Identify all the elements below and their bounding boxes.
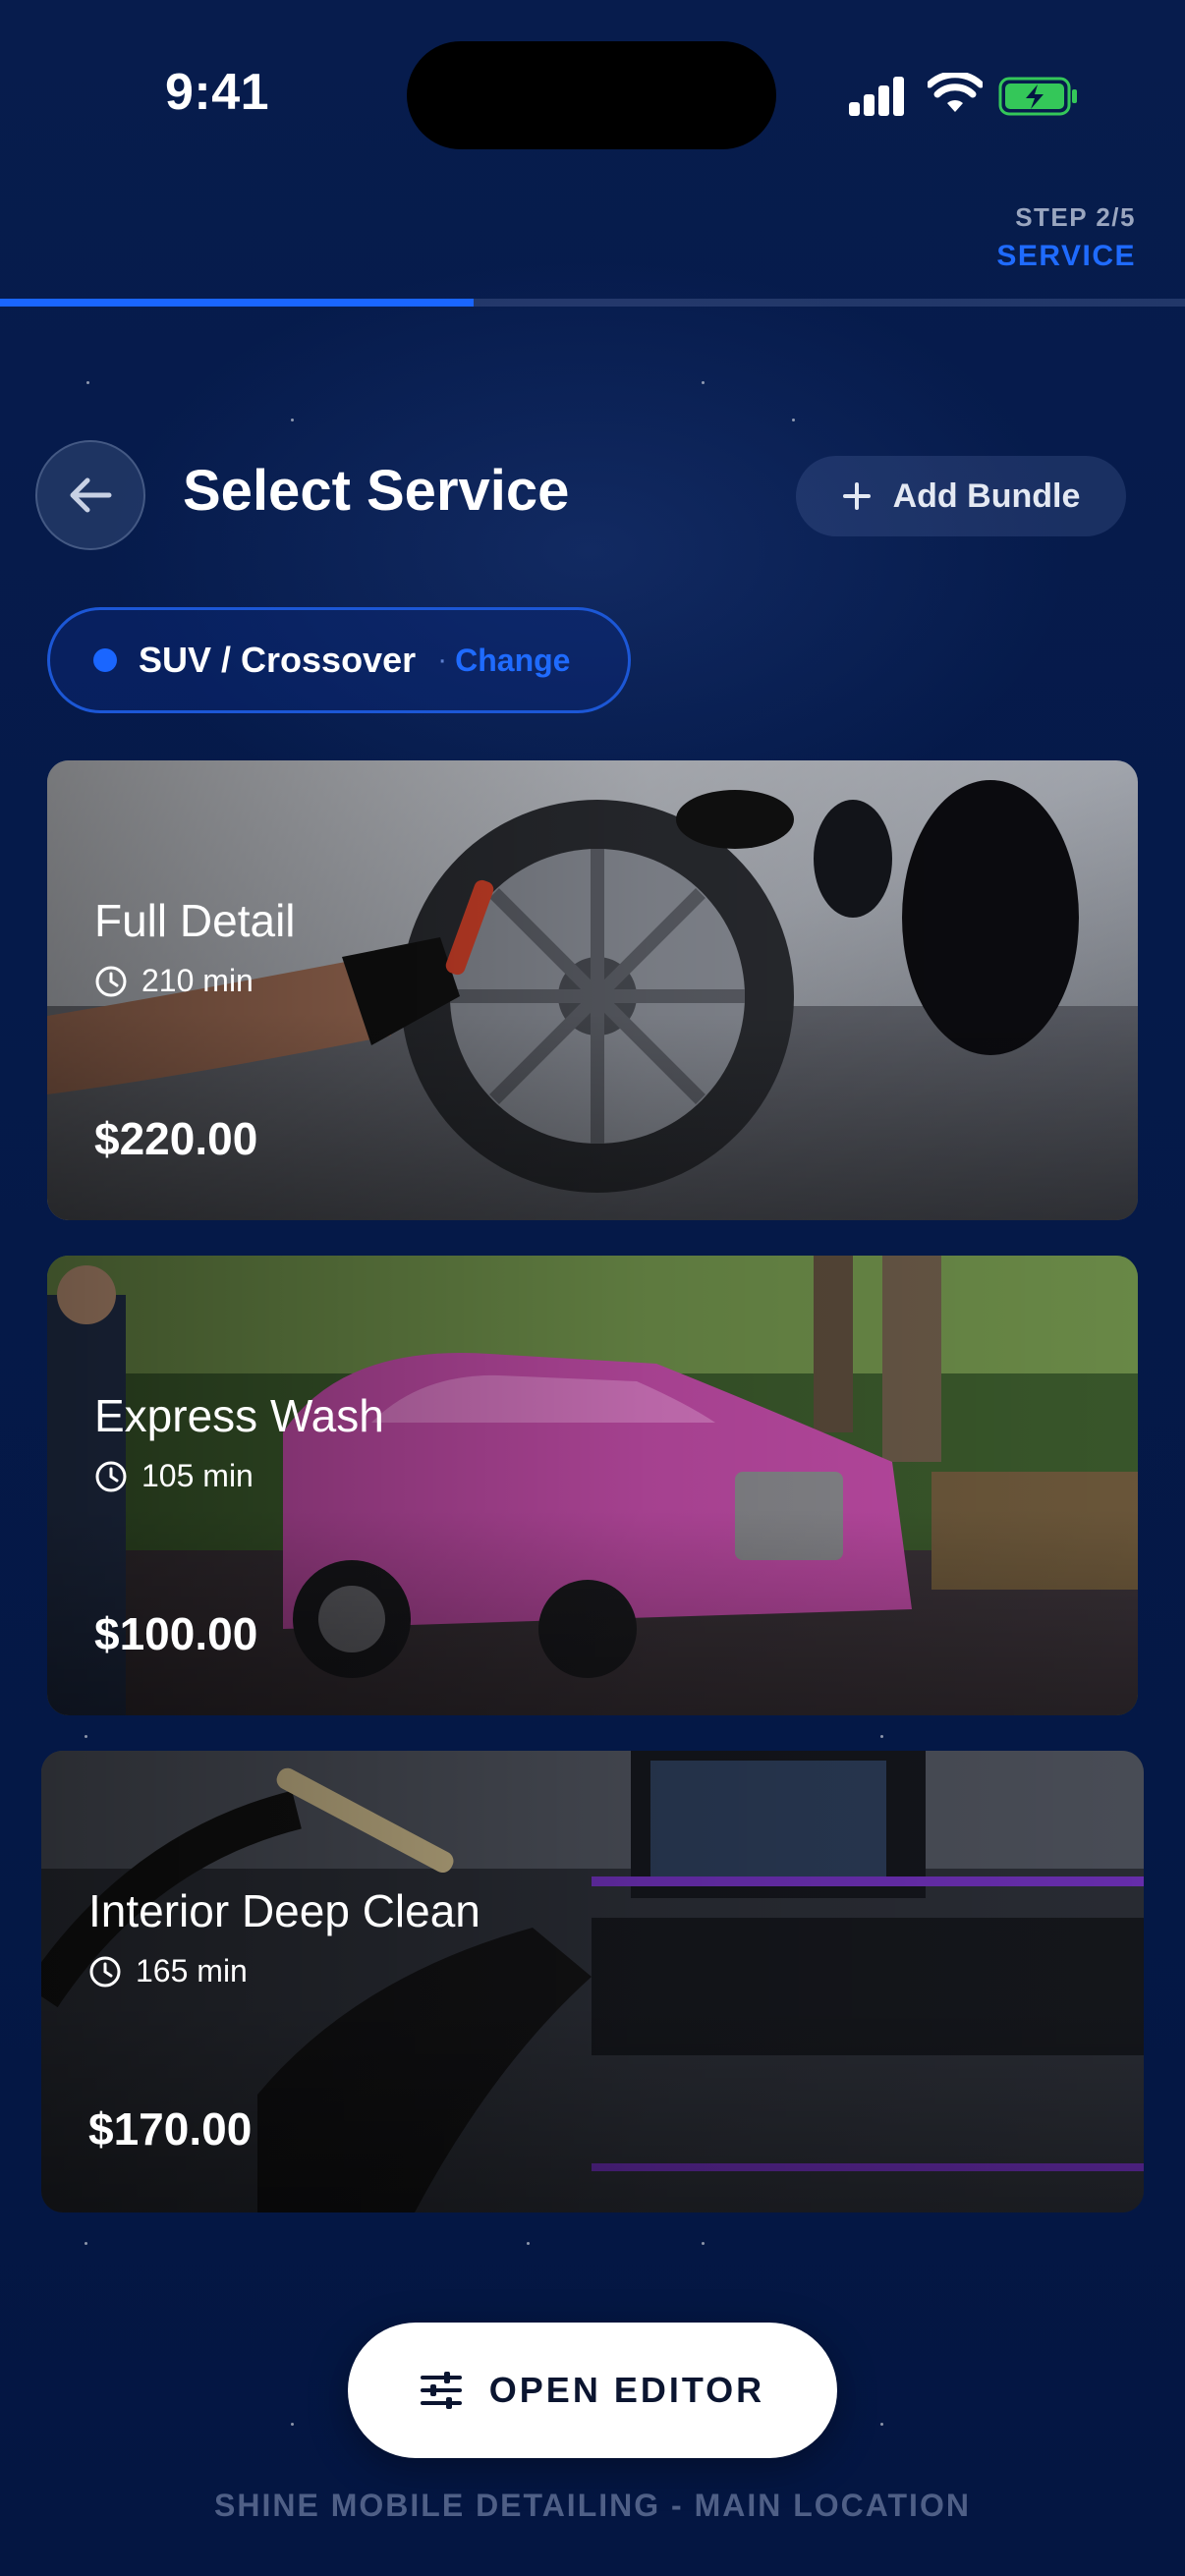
vehicle-type-label: SUV / Crossover [139,640,417,680]
service-name: Express Wash [94,1390,384,1441]
service-duration: 210 min [94,963,254,999]
battery-icon [998,77,1077,116]
star-dot [85,2242,87,2245]
add-bundle-button[interactable]: Add Bundle [796,456,1126,536]
service-name: Interior Deep Clean [88,1885,480,1936]
service-price: $100.00 [94,1608,258,1659]
location-footer: SHINE MOBILE DETAILING - MAIN LOCATION [214,2488,971,2523]
star-dot [702,381,705,384]
step-progress-bar [0,299,1185,307]
back-button[interactable] [35,440,145,550]
service-card-interior-deep-clean[interactable]: Interior Deep Clean 165 min $170.00 [41,1751,1144,2212]
step-name: SERVICE [996,240,1136,272]
star-dot [702,2242,705,2245]
clock-icon [89,1956,121,1987]
service-duration-text: 165 min [136,1953,248,1988]
clock-icon [95,1461,127,1491]
open-editor-label: OPEN EDITOR [488,2370,765,2410]
sliders-icon [420,2372,462,2409]
add-bundle-label: Add Bundle [892,476,1081,515]
step-counter: STEP 2/5 [1015,202,1136,232]
chip-separator: · [437,644,448,676]
service-price: $220.00 [94,1113,258,1164]
wifi-icon [928,73,983,112]
plus-icon [842,482,871,510]
vehicle-type-chip[interactable]: SUV / Crossover · Change [47,607,631,713]
page-title: Select Service [183,459,570,523]
star-dot [527,2242,530,2245]
dynamic-island [407,41,776,149]
back-arrow-icon [70,477,112,513]
service-duration-text: 105 min [141,1458,254,1493]
service-duration: 105 min [94,1458,254,1494]
star-dot [792,419,795,421]
star-dot [85,1735,87,1738]
star-dot [291,2423,294,2426]
service-duration-text: 210 min [141,963,254,998]
star-dot [291,419,294,421]
service-name: Full Detail [94,895,296,946]
service-price: $170.00 [88,2103,253,2155]
open-editor-button[interactable]: OPEN EDITOR [348,2323,837,2458]
clock-icon [95,966,127,996]
change-vehicle-link[interactable]: Change [455,643,570,679]
status-time: 9:41 [165,64,270,121]
star-dot [880,1735,883,1738]
signal-icon [849,77,906,116]
vehicle-indicator-dot [93,648,117,672]
service-card-full-detail[interactable]: Full Detail 210 min $220.00 [47,760,1138,1220]
service-duration: 165 min [88,1953,248,1989]
star-dot [86,381,89,384]
step-progress-fill [0,299,475,307]
star-dot [880,2423,883,2426]
service-card-express-wash[interactable]: Express Wash 105 min $100.00 [47,1256,1138,1715]
